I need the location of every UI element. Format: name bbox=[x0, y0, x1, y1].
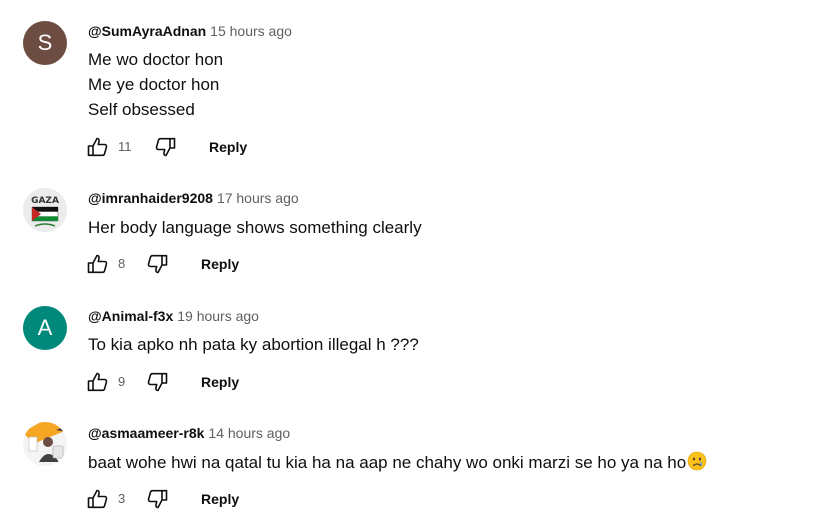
comment-header: @imranhaider9208 17 hours ago bbox=[88, 189, 299, 207]
comment-line: Me ye doctor hon bbox=[88, 75, 220, 94]
like-count: 11 bbox=[118, 139, 132, 154]
author-handle[interactable]: @SumAyraAdnan bbox=[88, 23, 206, 39]
comment-line: baat wohe hwi na qatal tu kia ha na aap … bbox=[88, 453, 687, 472]
reply-button[interactable]: Reply bbox=[209, 137, 247, 157]
avatar-image: GAZA bbox=[23, 188, 67, 232]
comment-header: @Animal-f3x 19 hours ago bbox=[88, 307, 259, 325]
comment: S @SumAyraAdnan 15 hours ago Me wo doctor… bbox=[0, 0, 815, 170]
timestamp[interactable]: 15 hours ago bbox=[210, 23, 292, 39]
comment-header: @SumAyraAdnan 15 hours ago bbox=[88, 22, 292, 40]
avatar[interactable]: S bbox=[23, 21, 67, 65]
like-icon[interactable] bbox=[86, 370, 110, 394]
comment-text: Me wo doctor hon Me ye doctor hon Self o… bbox=[88, 47, 223, 122]
comment-line: Her body language shows something clearl… bbox=[88, 218, 422, 237]
timestamp[interactable]: 17 hours ago bbox=[217, 190, 299, 206]
dislike-icon[interactable] bbox=[145, 252, 169, 276]
comment-text: To kia apko nh pata ky abortion illegal … bbox=[88, 332, 419, 357]
reply-button[interactable]: Reply bbox=[201, 372, 239, 392]
dislike-icon[interactable] bbox=[153, 135, 177, 159]
comment: GAZA @imranhaider9208 17 hours ago Her bo… bbox=[0, 170, 815, 290]
like-icon[interactable] bbox=[86, 252, 110, 276]
avatar-image-text: GAZA bbox=[31, 196, 59, 206]
avatar-letter: A bbox=[37, 315, 53, 340]
avatar-letter: S bbox=[37, 30, 53, 55]
comment-text: Her body language shows something clearl… bbox=[88, 215, 422, 240]
like-count: 3 bbox=[118, 491, 126, 506]
comment: @asmaameer-r8k 14 hours ago baat wohe hwi… bbox=[0, 410, 815, 519]
comment: A @Animal-f3x 19 hours ago To kia apko nh… bbox=[0, 290, 815, 410]
timestamp[interactable]: 14 hours ago bbox=[208, 425, 290, 441]
timestamp[interactable]: 19 hours ago bbox=[177, 308, 259, 324]
dislike-icon[interactable] bbox=[145, 487, 169, 511]
avatar[interactable]: A bbox=[23, 306, 67, 350]
author-handle[interactable]: @Animal-f3x bbox=[88, 308, 173, 324]
reply-button[interactable]: Reply bbox=[201, 254, 239, 274]
comment-line: To kia apko nh pata ky abortion illegal … bbox=[88, 335, 419, 354]
comment-line: Me wo doctor hon bbox=[88, 50, 224, 69]
avatar[interactable]: GAZA bbox=[23, 188, 67, 232]
like-icon[interactable] bbox=[86, 135, 110, 159]
avatar[interactable] bbox=[23, 422, 67, 466]
reply-button[interactable]: Reply bbox=[201, 489, 239, 509]
crying-face-icon bbox=[687, 451, 707, 478]
comment-header: @asmaameer-r8k 14 hours ago bbox=[88, 424, 290, 442]
like-count: 9 bbox=[118, 374, 126, 389]
like-count: 8 bbox=[118, 256, 126, 271]
like-icon[interactable] bbox=[86, 487, 110, 511]
author-handle[interactable]: @imranhaider9208 bbox=[88, 190, 213, 206]
author-handle[interactable]: @asmaameer-r8k bbox=[88, 425, 204, 441]
dislike-icon[interactable] bbox=[145, 370, 169, 394]
avatar-image bbox=[23, 422, 67, 466]
comment-text: baat wohe hwi na qatal tu kia ha na aap … bbox=[88, 450, 707, 478]
comment-line: Self obsessed bbox=[88, 100, 195, 119]
